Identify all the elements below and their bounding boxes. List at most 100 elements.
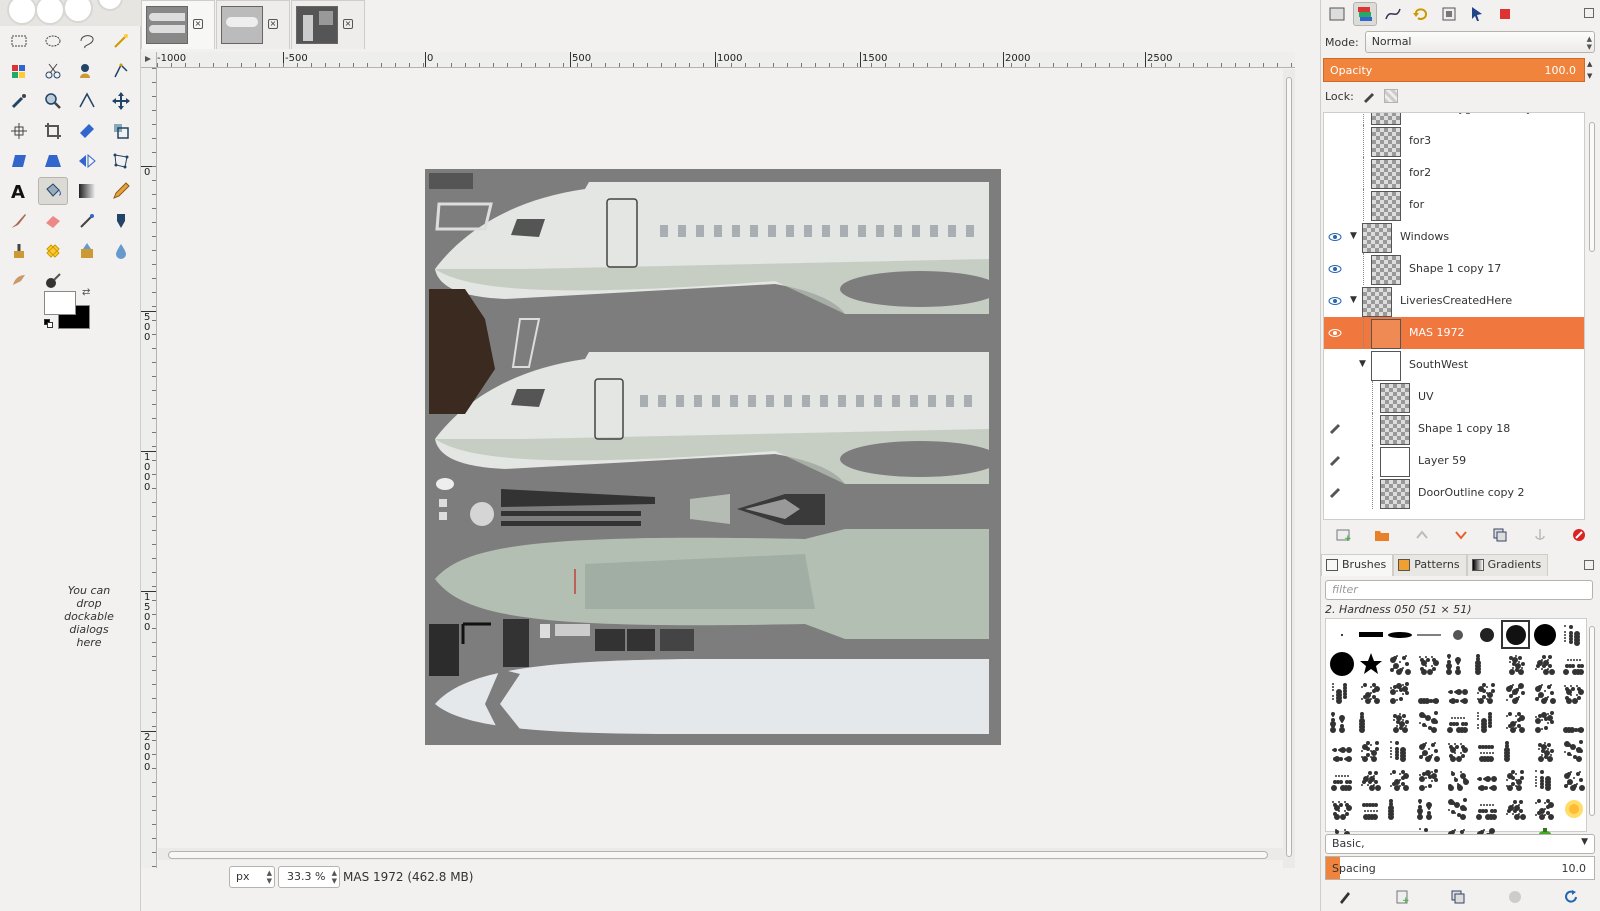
layers-tab-icon[interactable]	[1353, 2, 1377, 26]
expander-icon[interactable]: ▼	[1359, 359, 1369, 369]
brush-item[interactable]	[1414, 736, 1443, 765]
brush-item[interactable]	[1559, 707, 1588, 736]
brush-item[interactable]	[1472, 794, 1501, 823]
brush-item[interactable]	[1327, 794, 1356, 823]
brush-item[interactable]	[1385, 620, 1414, 649]
measure-icon[interactable]	[72, 87, 102, 115]
brush-item[interactable]	[1530, 620, 1559, 649]
brush-item[interactable]	[1472, 649, 1501, 678]
eye-icon[interactable]	[1328, 294, 1342, 308]
layer-row[interactable]: ▼ Windows	[1324, 221, 1584, 253]
pencil-icon[interactable]	[106, 177, 136, 205]
new-brush-icon[interactable]: +	[1390, 886, 1414, 908]
delete-layer-icon[interactable]	[1567, 524, 1591, 546]
brush-item[interactable]	[1501, 736, 1530, 765]
brush-item[interactable]	[1356, 707, 1385, 736]
spacing-slider[interactable]: Spacing 10.0	[1325, 856, 1595, 880]
airbrush-icon[interactable]	[72, 207, 102, 235]
brush-item[interactable]	[1414, 707, 1443, 736]
lasso-select-icon[interactable]	[72, 27, 102, 55]
brush-item[interactable]	[1414, 678, 1443, 707]
brush-item[interactable]	[1385, 707, 1414, 736]
brush-item[interactable]	[1443, 678, 1472, 707]
bucket-fill-icon[interactable]	[38, 177, 68, 205]
brush-item[interactable]	[1559, 678, 1588, 707]
brush-item[interactable]	[1530, 707, 1559, 736]
chain-link-icon[interactable]	[1328, 486, 1342, 500]
brush-item[interactable]	[1443, 649, 1472, 678]
brush-item[interactable]	[1530, 736, 1559, 765]
brush-item[interactable]	[1472, 736, 1501, 765]
move-icon[interactable]	[106, 87, 136, 115]
brush-item[interactable]	[1356, 765, 1385, 794]
undo-history-tab-icon[interactable]	[1409, 2, 1433, 26]
flip-icon[interactable]	[72, 147, 102, 175]
rect-select-icon[interactable]	[4, 27, 34, 55]
layer-row[interactable]: Show Polygons + Only	[1324, 113, 1584, 125]
close-tab-icon[interactable]: ×	[343, 19, 353, 29]
foreground-select-icon[interactable]	[72, 57, 102, 85]
shear-icon[interactable]	[4, 147, 34, 175]
brush-item[interactable]	[1356, 736, 1385, 765]
paintbrush-icon[interactable]	[4, 207, 34, 235]
layer-row[interactable]: DoorOutline copy 2	[1324, 477, 1584, 509]
lock-pixels-icon[interactable]	[1362, 89, 1376, 103]
lower-layer-icon[interactable]	[1449, 524, 1473, 546]
layer-row[interactable]: UV	[1324, 381, 1584, 413]
brush-item[interactable]	[1559, 736, 1588, 765]
text-icon[interactable]: A	[4, 177, 34, 205]
brush-item[interactable]	[1385, 649, 1414, 678]
refresh-brushes-icon[interactable]	[1559, 886, 1583, 908]
eraser-icon[interactable]	[38, 207, 68, 235]
fg-bg-colors[interactable]: ⇄	[44, 287, 94, 331]
horizontal-scrollbar[interactable]	[158, 848, 1283, 860]
brush-item[interactable]	[1443, 794, 1472, 823]
brush-item[interactable]	[1501, 707, 1530, 736]
brush-item[interactable]	[1356, 649, 1385, 678]
perspective-clone-icon[interactable]	[72, 237, 102, 265]
brush-item[interactable]	[1356, 678, 1385, 707]
brush-item[interactable]	[1385, 678, 1414, 707]
brush-item[interactable]	[1385, 736, 1414, 765]
eye-icon[interactable]	[1328, 326, 1342, 340]
brush-item[interactable]	[1414, 620, 1443, 649]
brush-item[interactable]	[1530, 765, 1559, 794]
layer-row[interactable]: Shape 1 copy 18	[1324, 413, 1584, 445]
brush-item[interactable]	[1559, 620, 1588, 649]
brush-item[interactable]	[1327, 707, 1356, 736]
brush-item[interactable]	[1443, 765, 1472, 794]
chain-link-icon[interactable]	[1328, 454, 1342, 468]
brush-grid[interactable]	[1325, 618, 1588, 849]
unit-select[interactable]: px ▲ ▼	[229, 866, 275, 888]
brush-item[interactable]	[1327, 678, 1356, 707]
layer-row[interactable]: for3	[1324, 125, 1584, 157]
cage-transform-icon[interactable]	[106, 147, 136, 175]
smudge-icon[interactable]	[4, 267, 34, 295]
image-tab-3[interactable]: ×	[291, 0, 365, 49]
crop-icon[interactable]	[38, 117, 68, 145]
layer-row[interactable]: ▼ LiveriesCreatedHere	[1324, 285, 1584, 317]
align-icon[interactable]	[4, 117, 34, 145]
layer-row[interactable]: Shape 1 copy 17	[1324, 253, 1584, 285]
ink-icon[interactable]	[106, 207, 136, 235]
brush-item[interactable]	[1472, 678, 1501, 707]
duplicate-brush-icon[interactable]	[1446, 886, 1470, 908]
layer-row[interactable]: Layer 59	[1324, 445, 1584, 477]
paths-icon[interactable]	[106, 57, 136, 85]
layers-scrollbar[interactable]	[1587, 112, 1597, 520]
brush-item[interactable]	[1327, 620, 1356, 649]
brush-item[interactable]	[1414, 649, 1443, 678]
lock-alpha-icon[interactable]	[1383, 89, 1398, 103]
zoom-field[interactable]: 33.3 % ▲ ▼	[278, 866, 340, 888]
dock-menu-icon[interactable]	[1584, 8, 1594, 18]
brush-item[interactable]	[1327, 649, 1356, 678]
tab-gradients[interactable]: Gradients	[1466, 554, 1549, 576]
brush-scrollbar[interactable]	[1587, 618, 1597, 832]
canvas-area[interactable]	[158, 69, 1283, 868]
ruler-corner-button[interactable]	[141, 52, 157, 68]
new-layer-icon[interactable]: +	[1331, 524, 1355, 546]
edit-brush-icon[interactable]	[1333, 886, 1357, 908]
fuzzy-select-icon[interactable]	[106, 27, 136, 55]
eye-icon[interactable]	[1328, 230, 1342, 244]
color-picker-icon[interactable]	[4, 87, 34, 115]
